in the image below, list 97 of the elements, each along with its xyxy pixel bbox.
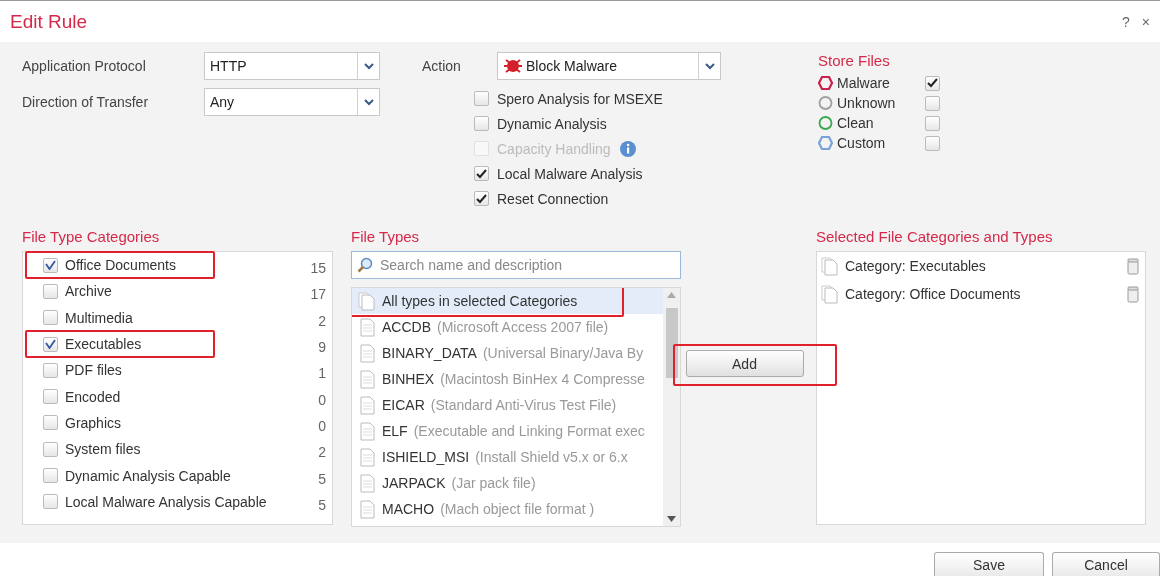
option-label: Local Malware Analysis <box>497 165 643 182</box>
category-label: Multimedia <box>65 309 134 326</box>
file-type-item[interactable]: ELF (Executable and Linking Format exec <box>352 418 663 444</box>
field-label: Action <box>422 58 462 74</box>
category-label: PDF files <box>65 362 123 379</box>
file-type-item[interactable]: ISHIELD_MSI (Install Shield v5.x or 6.x <box>352 444 663 470</box>
file-type-item[interactable]: MACHO (Mach object file format ) <box>352 496 663 522</box>
checkbox[interactable] <box>43 283 58 299</box>
search-icon <box>357 257 373 273</box>
checkbox[interactable] <box>43 389 58 405</box>
category-label: Office Documents <box>65 257 177 274</box>
file-type-item[interactable]: JARPACK (Jar pack file) <box>352 470 663 496</box>
checkbox[interactable] <box>43 336 58 352</box>
checkbox[interactable] <box>43 310 58 326</box>
option-label: Reset Connection <box>497 190 609 207</box>
section-heading: Store Files <box>818 52 891 69</box>
option-label: Custom <box>837 135 886 151</box>
checkbox[interactable] <box>474 116 489 131</box>
category-label: Graphics <box>65 414 123 431</box>
cancel-button[interactable]: Cancel <box>1052 552 1160 576</box>
caret-icon <box>363 98 374 106</box>
document-icon <box>358 499 376 519</box>
checkbox[interactable] <box>925 135 941 151</box>
checkbox[interactable] <box>925 95 941 111</box>
document-icon <box>358 343 376 363</box>
category-count: 17 <box>310 286 326 303</box>
document-icon <box>358 421 376 441</box>
scrollbar-thumb[interactable] <box>666 308 678 378</box>
document-icon <box>358 395 376 415</box>
document-icon <box>358 447 376 467</box>
caret-icon <box>704 62 715 70</box>
scroll-up-icon[interactable] <box>667 292 676 298</box>
file-type-item[interactable]: BINHEX (Macintosh BinHex 4 Compresse <box>352 366 663 392</box>
search-field[interactable]: Search name and description <box>351 251 681 279</box>
category-count: 5 <box>318 496 326 513</box>
option-label: Unknown <box>837 95 896 111</box>
option-label: Spero Analysis for MSEXE <box>497 90 663 107</box>
documents-icon <box>821 256 839 276</box>
section-heading: Selected File Categories and Types <box>816 228 1054 245</box>
dialog-title: Edit Rule <box>10 10 88 33</box>
dropdown[interactable]: Any <box>204 88 380 116</box>
selected-item: Category: Executables <box>845 258 987 274</box>
help-button[interactable]: ? <box>1122 13 1130 30</box>
checkbox[interactable] <box>43 415 58 431</box>
option-label: Clean <box>837 115 874 131</box>
category-count: 15 <box>310 260 326 277</box>
file-type-item[interactable]: BINARY_DATA (Universal Binary/Java By <box>352 340 663 366</box>
category-label: Encoded <box>65 388 122 405</box>
checkbox[interactable] <box>43 494 58 510</box>
trash-icon[interactable] <box>1127 257 1139 275</box>
document-icon <box>358 317 376 337</box>
category-label: Local Malware Analysis Capable <box>65 493 268 510</box>
field-label: Direction of Transfer <box>22 94 150 110</box>
category-count: 5 <box>318 470 326 487</box>
category-count: 0 <box>318 417 326 434</box>
checkbox[interactable] <box>474 91 489 106</box>
category-count: 1 <box>318 365 326 382</box>
section-heading: File Type Categories <box>22 228 161 245</box>
checkbox[interactable] <box>474 166 489 181</box>
category-count: 0 <box>318 391 326 408</box>
field-label: Application Protocol <box>22 58 147 74</box>
trash-icon[interactable] <box>1127 285 1139 303</box>
category-label: Executables <box>65 336 143 353</box>
scrollbar[interactable] <box>663 288 680 526</box>
category-label: Archive <box>65 283 113 300</box>
category-count: 2 <box>318 444 326 461</box>
save-button[interactable]: Save <box>934 552 1044 576</box>
bug-icon <box>503 57 523 75</box>
option-label: Dynamic Analysis <box>497 115 607 132</box>
selected-item: Category: Office Documents <box>845 286 1022 302</box>
dropdown[interactable]: Block Malware <box>497 52 721 80</box>
close-button[interactable]: × <box>1141 13 1150 30</box>
option-label: Capacity Handling <box>497 140 611 157</box>
option-label: Malware <box>837 75 890 91</box>
section-heading: File Types <box>351 228 421 245</box>
document-icon <box>358 473 376 493</box>
scroll-down-icon[interactable] <box>667 516 676 522</box>
file-type-item[interactable]: EICAR (Standard Anti-Virus Test File) <box>352 392 663 418</box>
checkbox[interactable] <box>925 75 941 91</box>
document-icon <box>358 369 376 389</box>
category-label: System files <box>65 441 142 458</box>
category-count: 9 <box>318 339 326 356</box>
checkbox[interactable] <box>474 191 489 206</box>
checkbox[interactable] <box>43 441 58 457</box>
category-count: 2 <box>318 312 326 329</box>
dropdown[interactable]: HTTP <box>204 52 380 80</box>
caret-icon <box>363 62 374 70</box>
documents-icon <box>358 291 376 311</box>
checkbox[interactable] <box>43 257 58 273</box>
add-button[interactable]: Add <box>685 350 804 377</box>
category-label: Dynamic Analysis Capable <box>65 467 232 484</box>
documents-icon <box>821 284 839 304</box>
checkbox[interactable] <box>43 468 58 483</box>
checkbox[interactable] <box>43 362 58 378</box>
file-type-item[interactable]: All types in selected Categories <box>352 288 663 314</box>
checkbox[interactable] <box>925 115 941 131</box>
file-type-item[interactable]: ACCDB (Microsoft Access 2007 file) <box>352 314 663 340</box>
